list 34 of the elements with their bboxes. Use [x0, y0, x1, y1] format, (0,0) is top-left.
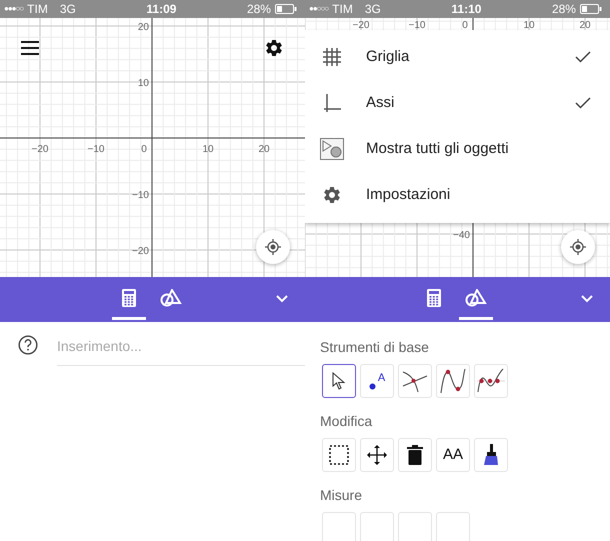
axis-label: 10 [523, 20, 535, 30]
menu-item-label: Assi [366, 92, 394, 113]
axis-label: −20 [352, 20, 370, 30]
carrier-label: TIM [332, 1, 353, 18]
network-label: 3G [60, 1, 76, 18]
axis-label: −20 [32, 144, 48, 155]
menu-item-label: Impostazioni [366, 184, 450, 205]
section-title: Misure [320, 486, 364, 504]
text-style-label: AA [442, 444, 463, 465]
section-title: Modifica [320, 412, 374, 430]
axis-label: 20 [579, 20, 591, 30]
axis-label: 0 [462, 20, 468, 30]
axis-label: 20 [258, 144, 270, 155]
axis-label: 10 [202, 144, 214, 155]
time-label: 11:09 [146, 1, 176, 18]
axis-label: −10 [88, 144, 104, 155]
axis-label: −10 [132, 190, 149, 201]
signal-icon: ●●●○○ [4, 3, 24, 15]
axis-label: −20 [132, 246, 149, 257]
battery-label: 28% [552, 1, 576, 18]
menu-item-label: Griglia [366, 46, 410, 67]
axis-label: −10 [408, 20, 426, 30]
axis-label: −40 [453, 230, 470, 241]
point-name-label: A [378, 372, 386, 384]
signal-icon: ●●○○○ [309, 3, 328, 15]
axis-label: 10 [138, 78, 149, 89]
network-label: 3G [364, 1, 381, 18]
section-title: Strumenti di base [320, 338, 430, 356]
axis-label: 20 [138, 22, 149, 33]
axis-label: 0 [141, 144, 147, 155]
carrier-label: TIM [27, 1, 48, 18]
time-label: 11:10 [451, 1, 482, 18]
battery-label: 28% [246, 1, 271, 18]
menu-item-label: Mostra tutti gli oggetti [366, 138, 509, 159]
